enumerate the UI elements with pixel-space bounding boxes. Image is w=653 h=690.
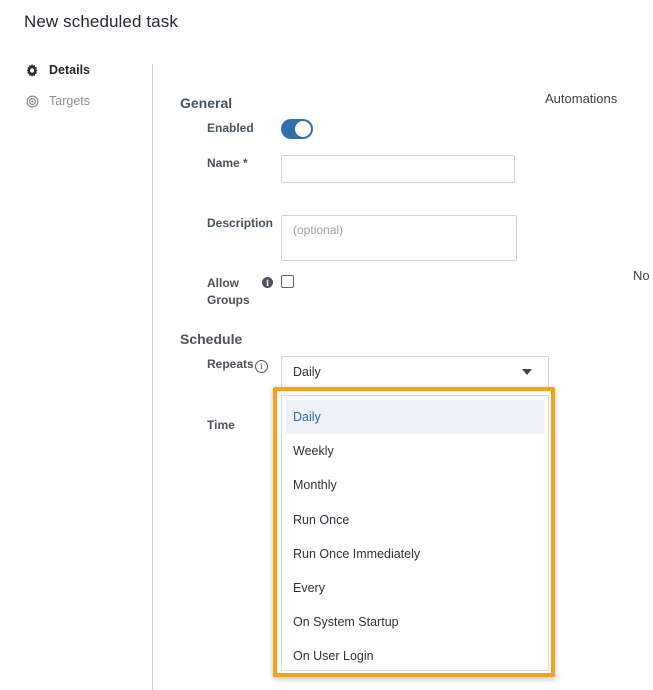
sidebar-item-targets[interactable]: Targets	[26, 94, 90, 108]
option-daily[interactable]: Daily	[286, 400, 544, 435]
name-label: Name *	[207, 156, 248, 170]
gear-icon	[26, 63, 39, 77]
option-on-system-startup[interactable]: On System Startup	[286, 605, 544, 639]
repeats-selected-value: Daily	[293, 365, 321, 379]
allow-groups-label: Allow Groups	[207, 275, 250, 309]
schedule-section-title: Schedule	[180, 331, 243, 347]
sidebar-item-label: Details	[49, 63, 90, 77]
option-run-once[interactable]: Run Once	[286, 503, 544, 537]
name-input[interactable]	[281, 155, 515, 183]
sidebar-item-details[interactable]: Details	[26, 63, 90, 77]
allow-groups-label-line1: Allow	[207, 276, 239, 290]
description-field[interactable]: (optional)	[281, 215, 517, 261]
repeats-dropdown: Daily Weekly Monthly Run Once Run Once I…	[281, 395, 549, 671]
general-section-title: General	[180, 95, 233, 111]
sidebar-divider	[152, 64, 153, 690]
allow-groups-checkbox[interactable]	[281, 275, 294, 288]
info-icon[interactable]: i	[262, 277, 273, 288]
enabled-label: Enabled	[207, 121, 254, 135]
description-label: Description	[207, 216, 274, 230]
repeats-label: Repeats	[207, 357, 254, 371]
enabled-toggle[interactable]	[281, 119, 313, 139]
option-monthly[interactable]: Monthly	[286, 468, 544, 502]
time-label: Time	[207, 418, 235, 432]
info-outline-icon[interactable]: i	[255, 360, 268, 373]
toggle-knob	[295, 121, 311, 137]
option-run-once-immediately[interactable]: Run Once Immediately	[286, 537, 544, 571]
page-title: New scheduled task	[24, 12, 178, 31]
option-weekly[interactable]: Weekly	[286, 434, 544, 468]
option-every[interactable]: Every	[286, 571, 544, 605]
sidebar-item-label: Targets	[49, 94, 90, 108]
caret-down-icon	[522, 369, 532, 375]
automations-label: Automations	[545, 91, 618, 106]
option-on-user-login[interactable]: On User Login	[286, 639, 544, 673]
automations-value: No	[633, 268, 650, 283]
allow-groups-label-line2: Groups	[207, 293, 250, 307]
target-icon	[26, 94, 39, 108]
repeats-select[interactable]: Daily	[281, 356, 549, 388]
